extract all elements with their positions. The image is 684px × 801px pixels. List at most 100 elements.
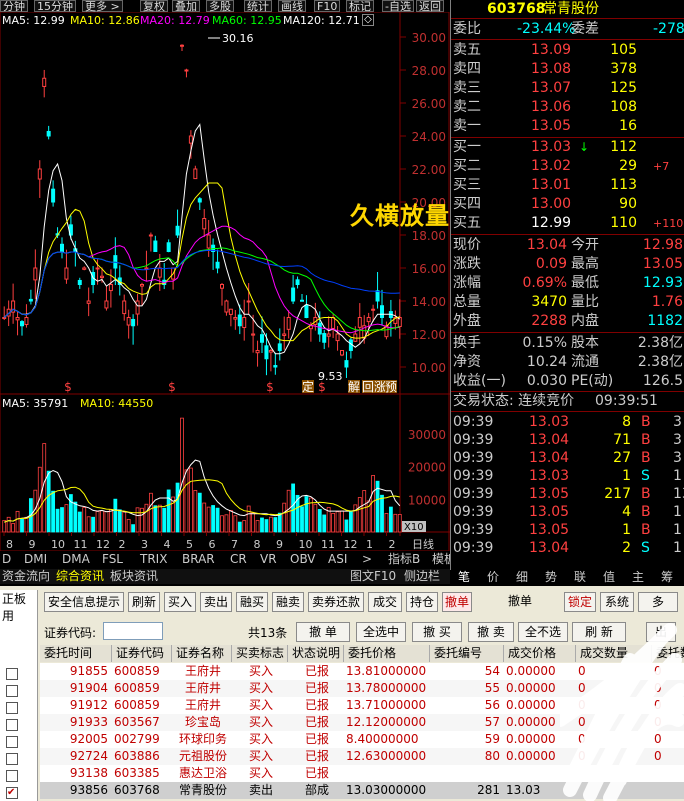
buy-row[interactable]: 买二 13.02 29 +7 [451,157,684,176]
left-nav-item[interactable]: 正板 [0,590,37,607]
quote-tab[interactable]: 价 [487,570,499,585]
buy-row[interactable]: 买一 13.03 ↓ 112 [451,138,684,157]
toolbar-btn-4[interactable]: 叠加 [172,0,200,13]
row-checkbox[interactable] [6,736,18,748]
trade-btn-6[interactable]: 卖券还款 [308,592,364,612]
toolbar-btn-11[interactable]: 返回 [416,0,444,13]
vol-tick-label: 10000 [408,493,446,507]
row-checkbox[interactable] [6,668,18,680]
y-tick-label: 24.00 [412,130,446,144]
row-checkbox[interactable] [6,702,18,714]
row-checkbox[interactable] [6,685,18,697]
trade-btn-9[interactable]: 撤单 [442,592,472,612]
indicator-tab[interactable]: CR [230,551,247,567]
x-tick-label: 7 [231,538,238,551]
trade-btn-10[interactable]: 撤单 [500,592,540,612]
col-header[interactable]: 证券代码 [112,645,172,662]
indicator-tab[interactable]: BRAR [182,551,215,567]
toolbar-btn-0[interactable]: 分钟 [0,0,28,13]
toolbar-btn-2[interactable]: 更多 > [82,0,123,13]
indicator-tab[interactable]: 指标B [388,551,420,567]
panel-tab[interactable]: 侧边栏 [404,569,440,584]
buy-row[interactable]: 买五 12.99 110 +110 [451,214,684,233]
row-checkbox[interactable] [6,770,18,782]
col-header[interactable]: 买卖标志 [232,645,288,662]
quote-tab[interactable]: 主 [632,570,644,585]
candle [64,267,69,280]
buy-row[interactable]: 买四 13.00 90 [451,195,684,214]
kline-chart[interactable]: 30.0028.0026.0024.0022.0020.0018.0016.00… [0,12,450,552]
toolbar-btn-9[interactable]: 标记 [346,0,374,13]
sell-row[interactable]: 卖三 13.07 125 [451,79,684,98]
left-nav-item[interactable]: 用 [0,607,37,624]
table-cell: 12.63000000 [346,749,427,763]
quote-tab[interactable]: 笔 [458,570,470,585]
toolbar-btn-7[interactable]: 画线 [278,0,306,13]
col-header[interactable]: 状态说明 [288,645,344,662]
candle [82,267,87,270]
col-header[interactable]: 委托价格 [344,645,430,662]
row-checkbox[interactable] [6,753,18,765]
sell-row[interactable]: 卖一 13.05 16 [451,117,684,136]
row-checkbox[interactable]: ✔ [6,787,18,799]
trade-btn-11[interactable]: 锁定 [564,592,596,612]
quote-tab[interactable]: 细 [516,570,528,585]
toolbar-btn-8[interactable]: F10 [314,0,341,13]
candle [366,317,371,323]
indicator-tab[interactable]: ASI [328,551,347,567]
col-header[interactable]: 委托时间 [40,645,112,662]
col-header[interactable]: 证券名称 [172,645,232,662]
sell-row[interactable]: 卖四 13.08 378 [451,60,684,79]
candle [28,298,33,302]
trade-btn-2[interactable]: 买入 [164,592,196,612]
quote-tab[interactable]: 值 [603,570,615,585]
toolbar-btn-5[interactable]: 多股 [206,0,234,13]
quote-tab[interactable]: 势 [545,570,557,585]
volume-bar [344,519,349,533]
trade-btn-7[interactable]: 成交 [368,592,402,612]
cancel-btn-2[interactable]: 撤 买 [412,622,462,642]
indicator-tab[interactable]: > [362,551,372,567]
row-checkbox[interactable] [6,719,18,731]
candle [295,279,300,286]
code-input[interactable] [103,622,163,640]
candle [264,345,269,360]
cancel-btn-1[interactable]: 全选中 [356,622,406,642]
volume-bar [46,470,51,533]
indicator-tab[interactable]: DMA [62,551,90,567]
indicator-tab[interactable]: TRIX [140,551,167,567]
sell-row[interactable]: 卖五 13.09 105 [451,41,684,60]
trade-btn-3[interactable]: 卖出 [200,592,232,612]
indicator-tab[interactable]: D [2,551,11,567]
trade-btn-13[interactable]: 多 [638,592,678,612]
sell-row[interactable]: 卖二 13.06 108 [451,98,684,117]
table-cell [344,765,430,782]
indicator-tab[interactable]: DMI [24,551,47,567]
candle [153,240,158,252]
weibi-row: 委比 -23.44% 委差 -278 [453,21,684,37]
trade-btn-0[interactable]: 安全信息提示 [44,592,124,612]
indicator-tab[interactable]: FSL [102,551,123,567]
trade-btn-5[interactable]: 融卖 [272,592,304,612]
trade-btn-12[interactable]: 系统 [600,592,634,612]
toolbar-btn-10[interactable]: -自选 [382,0,414,13]
indicator-tab[interactable]: VR [260,551,277,567]
panel-tab[interactable]: 板块资讯 [110,569,158,584]
candle [273,365,278,368]
buy-row[interactable]: 买三 13.01 113 [451,176,684,195]
quote-tab[interactable]: 联 [574,570,586,585]
toolbar-btn-3[interactable]: 复权 [140,0,168,13]
trade-btn-4[interactable]: 融买 [236,592,268,612]
panel-tab[interactable]: 综合资讯 [56,569,104,584]
trade-btn-1[interactable]: 刷新 [128,592,160,612]
cancel-btn-3[interactable]: 撤 卖 [468,622,514,642]
trade-btn-8[interactable]: 持仓 [406,592,438,612]
panel-tab[interactable]: 图文F10 [350,569,396,584]
quote-tab[interactable]: 筹 [661,570,673,585]
panel-tab[interactable]: 资金流向 [2,569,50,584]
toolbar-btn-6[interactable]: 统计 [244,0,272,13]
toolbar-btn-1[interactable]: 15分钟 [34,0,76,13]
indicator-tab[interactable]: OBV [290,551,316,567]
cancel-btn-0[interactable]: 撤 单 [296,622,350,642]
col-header[interactable]: 委托编号 [430,645,504,662]
